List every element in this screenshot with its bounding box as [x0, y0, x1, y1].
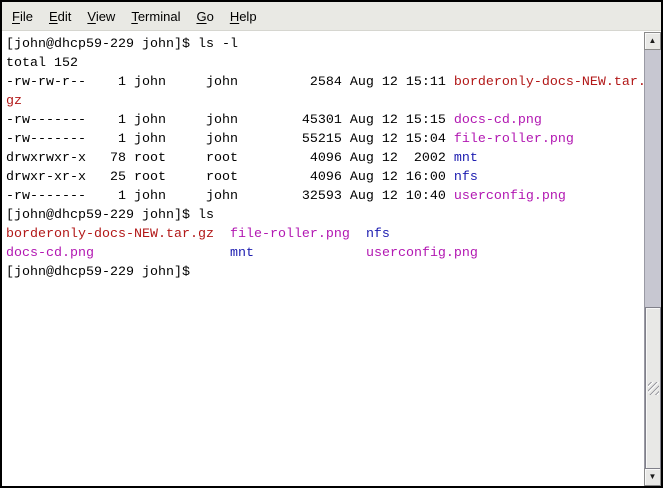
- terminal-text-segment: -rw------- 1 john john 55215 Aug 12 15:0…: [6, 132, 454, 147]
- prompt-command-text: [john@dhcp59-229 john]$ ls -l: [6, 37, 238, 52]
- menu-file-mnemonic: F: [12, 9, 20, 24]
- terminal-line-prompt: [john@dhcp59-229 john]$: [6, 263, 643, 282]
- menu-go[interactable]: Go: [188, 4, 221, 29]
- terminal-text-segment: [94, 246, 230, 261]
- filename-text: docs-cd.png: [6, 246, 94, 261]
- down-arrow-icon: ▼: [649, 473, 657, 481]
- terminal-line-file-row: -rw-rw-r-- 1 john john 2584 Aug 12 15:11…: [6, 73, 643, 92]
- menu-edit-label: dit: [58, 9, 72, 24]
- menu-help-mnemonic: H: [230, 9, 239, 24]
- terminal-text-segment: [350, 227, 366, 242]
- filename-text: userconfig.png: [454, 189, 566, 204]
- menu-view[interactable]: View: [79, 4, 123, 29]
- terminal-text-segment: -rw-rw-r-- 1 john john 2584 Aug 12 15:11: [6, 75, 454, 90]
- dirname-text: nfs: [366, 227, 390, 242]
- filename-text: docs-cd.png: [454, 113, 542, 128]
- prompt-command-text: [john@dhcp59-229 john]$ ls: [6, 208, 214, 223]
- terminal-text-segment: -rw------- 1 john john 45301 Aug 12 15:1…: [6, 113, 454, 128]
- terminal-line-file-row: -rw------- 1 john john 32593 Aug 12 10:4…: [6, 187, 643, 206]
- scrollbar-thumb[interactable]: [645, 307, 661, 469]
- terminal-text-segment: total 152: [6, 56, 78, 71]
- menu-terminal[interactable]: Terminal: [123, 4, 188, 29]
- terminal-line-file-row-wrap: gz: [6, 92, 643, 111]
- menu-view-mnemonic: V: [87, 9, 95, 24]
- menu-go-label: o: [207, 9, 214, 24]
- filename-text: userconfig.png: [366, 246, 478, 261]
- terminal-line-prompt: [john@dhcp59-229 john]$ ls -l: [6, 35, 643, 54]
- terminal-text-segment: [254, 246, 366, 261]
- terminal-line-file-row: -rw------- 1 john john 55215 Aug 12 15:0…: [6, 130, 643, 149]
- filename-text: file-roller.png: [454, 132, 574, 147]
- terminal-text-segment: [214, 227, 230, 242]
- terminal-line-dir-row: drwxr-xr-x 25 root root 4096 Aug 12 16:0…: [6, 168, 643, 187]
- terminal-line-prompt: [john@dhcp59-229 john]$ ls: [6, 206, 643, 225]
- terminal-output: [john@dhcp59-229 john]$ ls -l total 152 …: [6, 35, 643, 486]
- dirname-text: mnt: [230, 246, 254, 261]
- up-arrow-icon: ▲: [649, 37, 657, 45]
- filename-text: gz: [6, 94, 22, 109]
- terminal-line-dir-row: drwxrwxr-x 78 root root 4096 Aug 12 2002…: [6, 149, 643, 168]
- scrollbar[interactable]: ▲ ▼: [644, 32, 661, 486]
- terminal-line-ls-row: borderonly-docs-NEW.tar.gz file-roller.p…: [6, 225, 643, 244]
- scroll-up-button[interactable]: ▲: [644, 32, 661, 50]
- terminal-text-segment: drwxrwxr-x 78 root root 4096 Aug 12 2002: [6, 151, 454, 166]
- menu-go-mnemonic: G: [196, 9, 206, 24]
- dirname-text: mnt: [454, 151, 478, 166]
- menu-help[interactable]: Help: [222, 4, 265, 29]
- filename-text: borderonly-docs-NEW.tar.: [454, 75, 643, 90]
- terminal-screen[interactable]: [john@dhcp59-229 john]$ ls -l total 152 …: [2, 32, 661, 486]
- menu-view-label: iew: [96, 9, 116, 24]
- terminal-text-segment: -rw------- 1 john john 32593 Aug 12 10:4…: [6, 189, 454, 204]
- menu-edit[interactable]: Edit: [41, 4, 79, 29]
- prompt-command-text: [john@dhcp59-229 john]$: [6, 265, 190, 280]
- dirname-text: nfs: [454, 170, 478, 185]
- scrollbar-grip-icon: [648, 382, 659, 395]
- filename-text: borderonly-docs-NEW.tar.gz: [6, 227, 214, 242]
- menu-terminal-label: erminal: [138, 9, 181, 24]
- scrollbar-track[interactable]: [644, 50, 661, 468]
- menubar: File Edit View Terminal Go Help: [2, 2, 661, 31]
- menu-file[interactable]: File: [4, 4, 41, 29]
- scroll-down-button[interactable]: ▼: [644, 468, 661, 486]
- terminal-text-segment: drwxr-xr-x 25 root root 4096 Aug 12 16:0…: [6, 170, 454, 185]
- terminal-line-file-row: -rw------- 1 john john 45301 Aug 12 15:1…: [6, 111, 643, 130]
- terminal-window: File Edit View Terminal Go Help [john@dh…: [0, 0, 663, 488]
- menu-edit-mnemonic: E: [49, 9, 58, 24]
- terminal-line-ls-row: docs-cd.png mnt userconfig.png: [6, 244, 643, 263]
- menu-file-label: ile: [20, 9, 33, 24]
- menu-help-label: elp: [239, 9, 256, 24]
- filename-text: file-roller.png: [230, 227, 350, 242]
- terminal-line-total: total 152: [6, 54, 643, 73]
